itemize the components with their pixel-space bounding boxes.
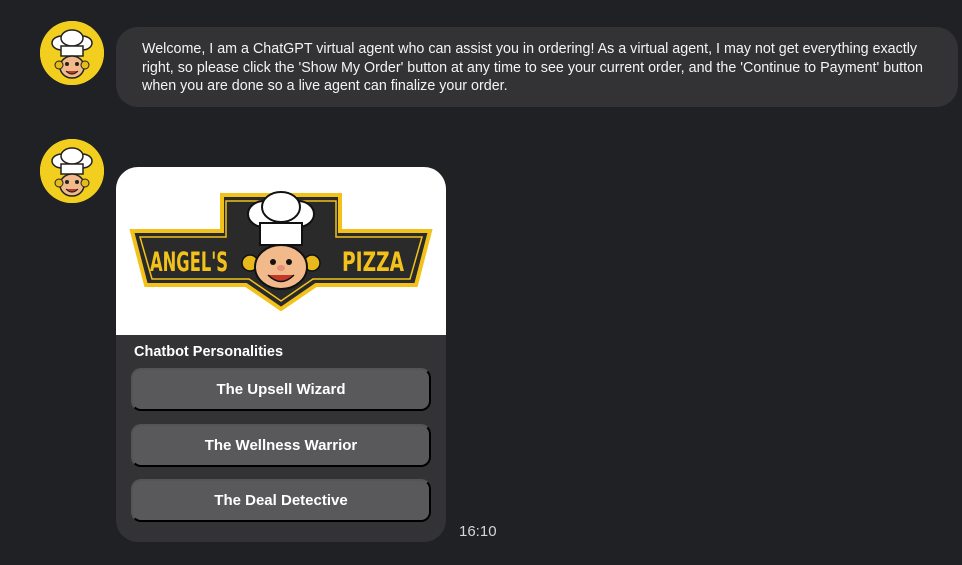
chat-window: Welcome, I am a ChatGPT virtual agent wh… bbox=[0, 0, 962, 565]
personality-card: ANGEL'S PIZZA Chatbot Personalities The … bbox=[116, 167, 446, 542]
pizza-logo-image: ANGEL'S PIZZA bbox=[129, 191, 433, 312]
option-button-deal-detective[interactable]: The Deal Detective bbox=[131, 479, 431, 522]
logo-left-text: ANGEL'S bbox=[150, 247, 228, 278]
chef-mascot-icon bbox=[40, 21, 104, 85]
card-title: Chatbot Personalities bbox=[134, 344, 284, 360]
option-button-upsell-wizard[interactable]: The Upsell Wizard bbox=[131, 368, 431, 411]
message-timestamp: 16:10 bbox=[459, 523, 497, 540]
bot-avatar bbox=[40, 139, 104, 203]
logo-right-text: PIZZA bbox=[342, 247, 404, 278]
bot-avatar bbox=[40, 21, 104, 85]
angels-pizza-logo: ANGEL'S PIZZA bbox=[116, 167, 446, 335]
option-button-wellness-warrior[interactable]: The Wellness Warrior bbox=[131, 424, 431, 467]
welcome-message-bubble: Welcome, I am a ChatGPT virtual agent wh… bbox=[116, 27, 958, 107]
chef-mascot-icon bbox=[40, 139, 104, 203]
welcome-message-text: Welcome, I am a ChatGPT virtual agent wh… bbox=[142, 41, 923, 94]
